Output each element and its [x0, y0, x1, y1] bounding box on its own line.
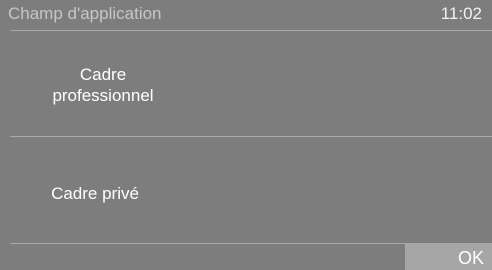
option-cadre-prive[interactable]: Cadre privé [0, 137, 492, 243]
header-bar: Champ d'application 11:02 [0, 0, 492, 30]
clock-time: 11:02 [440, 4, 482, 23]
screen: Champ d'application 11:02 Cadre professi… [0, 0, 492, 270]
option-cadre-professionnel[interactable]: Cadre professionnel [0, 31, 492, 136]
screen-title: Champ d'application [8, 4, 162, 23]
option-label: Cadre professionnel [40, 64, 166, 106]
footer-bar: OK [0, 244, 492, 270]
option-label: Cadre privé [51, 184, 139, 203]
ok-button-label: OK [457, 248, 484, 268]
option-label-line-1: Cadre [79, 65, 127, 84]
ok-button[interactable]: OK [405, 244, 492, 270]
option-label-line-2: professionnel [52, 86, 154, 105]
